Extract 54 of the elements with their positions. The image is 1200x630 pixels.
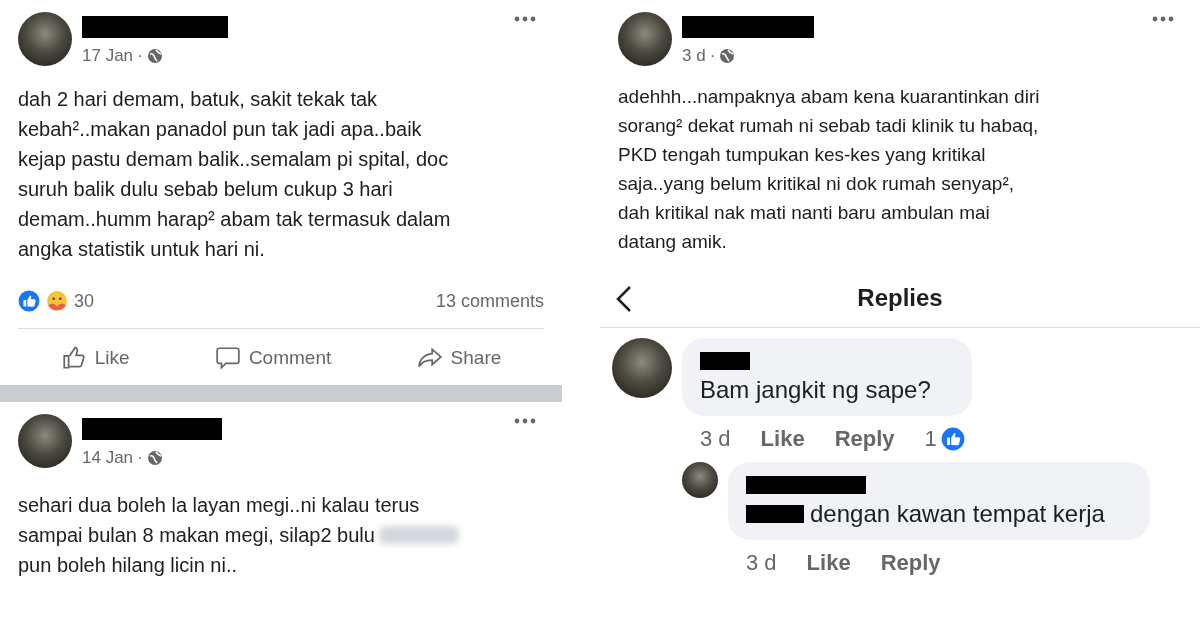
- comments-count-link[interactable]: 13 comments: [435, 290, 544, 312]
- post-text-line: dah 2 hari demam, batuk, sakit tekak tak: [18, 87, 378, 112]
- like-reaction-icon: [940, 427, 965, 451]
- reply-link[interactable]: Reply: [834, 426, 895, 452]
- more-options-icon[interactable]: [514, 16, 536, 22]
- post-date: 3 d: [682, 46, 706, 66]
- post-text-line: saja..yang belum kritikal ni dok rumah senyap²,: [618, 172, 1015, 196]
- globe-icon: [146, 450, 163, 466]
- post-text-line: dah kritikal nak mati nanti baru ambulan mai: [618, 201, 990, 225]
- post-text-line: suruh balik dulu sebab belum cukup 3 hari: [18, 177, 393, 202]
- avatar-photo-placeholder[interactable]: [682, 462, 718, 498]
- reply-link[interactable]: Reply: [880, 550, 941, 576]
- separator-dot: ·: [137, 46, 143, 66]
- more-options-icon[interactable]: [514, 418, 536, 424]
- reaction-count[interactable]: 30: [74, 290, 95, 312]
- more-options-icon[interactable]: [1152, 16, 1174, 22]
- avatar-photo-placeholder[interactable]: [618, 12, 672, 66]
- post-date: 14 Jan: [82, 448, 134, 468]
- post-text-line: sorang² dekat rumah ni sebab tadi klinik tu habaq,: [618, 114, 1039, 138]
- post-action-button[interactable]: Like: [52, 341, 138, 375]
- redacted-mention-bar: [746, 505, 804, 523]
- hug-emoji-icon: [46, 290, 68, 312]
- replies-title: Replies: [857, 283, 943, 312]
- avatar-photo-placeholder[interactable]: [18, 414, 72, 468]
- post-text-line: demam..humm harap² abam tak termasuk dalam: [18, 207, 451, 232]
- post-text-line: kejap pastu demam balik..semalam pi spital, doc: [18, 147, 449, 172]
- post-text-line: sehari dua boleh la layan megi..ni kalau terus: [18, 493, 420, 518]
- post-date: 17 Jan: [82, 46, 134, 66]
- comment-text: dengan kawan tempat kerja: [810, 500, 1105, 528]
- post-text-line: datang amik.: [618, 230, 727, 254]
- post-text-line: pun boleh hilang licin ni..: [18, 553, 238, 578]
- post-text-line: PKD tengah tumpukan kes-kes yang kritikal: [618, 143, 986, 167]
- separator-dot: ·: [709, 46, 716, 66]
- speech-bubble-icon: [214, 345, 241, 371]
- like-link[interactable]: Like: [806, 550, 851, 576]
- redacted-name-bar: [700, 352, 750, 370]
- avatar-photo-placeholder[interactable]: [18, 12, 72, 66]
- comment-time: 3 d: [700, 426, 731, 452]
- separator-dot: ·: [137, 448, 143, 468]
- like-reaction-icon: [18, 290, 40, 312]
- comment-time: 3 d: [746, 550, 777, 576]
- globe-icon: [146, 48, 163, 64]
- thumbs-up-icon: [60, 345, 87, 371]
- like-link[interactable]: Like: [760, 426, 805, 452]
- post-text-line: angka statistik untuk hari ni.: [18, 237, 265, 262]
- comment-text: Bam jangkit ng sape?: [700, 376, 931, 404]
- globe-icon: [719, 48, 736, 64]
- post-text-line: adehhh...nampaknya abam kena kuarantinkan diri: [618, 85, 1040, 109]
- post-action-button[interactable]: Share: [408, 341, 510, 375]
- post-text-line: sampai bulan 8 makan megi, silap2 bulu: [18, 523, 375, 548]
- avatar-photo-placeholder[interactable]: [612, 338, 672, 398]
- post-text-line: kebah²..makan panadol pun tak jadi apa..baik: [18, 117, 422, 142]
- like-count: 1: [924, 426, 937, 452]
- post-action-button[interactable]: Comment: [206, 341, 340, 375]
